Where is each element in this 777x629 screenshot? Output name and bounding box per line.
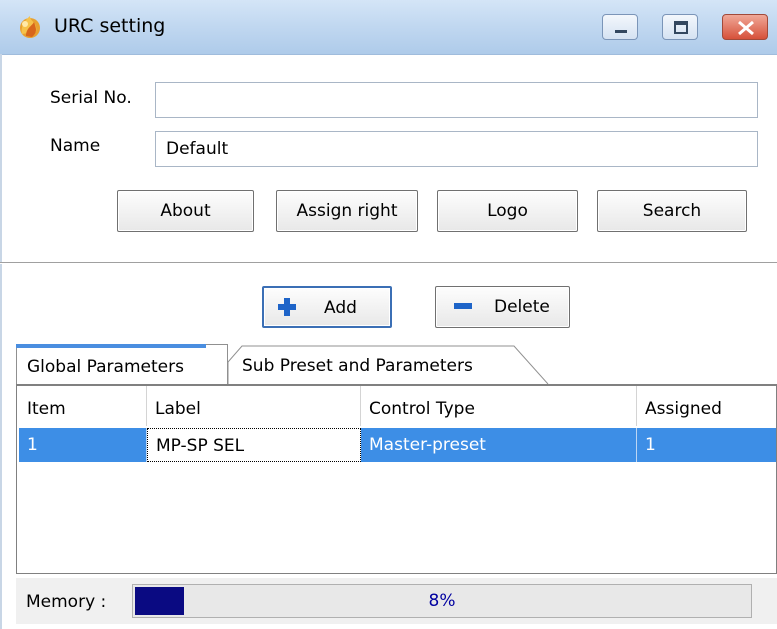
add-label: Add bbox=[324, 298, 357, 318]
search-button[interactable]: Search bbox=[597, 190, 747, 232]
separator bbox=[0, 262, 777, 264]
minus-icon bbox=[454, 303, 472, 309]
cell-label[interactable]: MP-SP SEL bbox=[147, 428, 361, 462]
column-header-control-type[interactable]: Control Type bbox=[361, 386, 637, 426]
status-bar: Memory : 8% bbox=[16, 578, 777, 624]
column-header-item[interactable]: Item bbox=[19, 386, 147, 426]
table-row[interactable]: 1 MP-SP SEL Master-preset 1 bbox=[19, 428, 776, 462]
title-bar[interactable]: URC setting bbox=[0, 0, 777, 55]
assign-right-button[interactable]: Assign right bbox=[276, 190, 418, 232]
column-header-assigned[interactable]: Assigned bbox=[637, 386, 777, 426]
name-input[interactable] bbox=[155, 131, 758, 167]
tab-global-parameters[interactable]: Global Parameters bbox=[16, 344, 228, 384]
close-icon bbox=[738, 20, 754, 36]
plus-icon bbox=[278, 298, 296, 316]
table-header: Item Label Control Type Assigned bbox=[19, 386, 776, 426]
window-border bbox=[0, 54, 2, 629]
window-title: URC setting bbox=[54, 15, 166, 37]
maximize-button[interactable] bbox=[662, 14, 698, 40]
app-flame-icon bbox=[20, 16, 40, 38]
about-button[interactable]: About bbox=[117, 190, 254, 232]
tab-label: Sub Preset and Parameters bbox=[242, 356, 473, 376]
column-header-label[interactable]: Label bbox=[147, 386, 361, 426]
minimize-icon bbox=[615, 30, 627, 33]
memory-progress-bar: 8% bbox=[132, 584, 752, 618]
cell-item: 1 bbox=[19, 428, 147, 462]
tab-strip: Global Parameters Sub Preset and Paramet… bbox=[16, 344, 777, 384]
memory-percent: 8% bbox=[428, 591, 456, 611]
serial-label: Serial No. bbox=[50, 88, 132, 108]
logo-button[interactable]: Logo bbox=[437, 190, 578, 232]
name-label: Name bbox=[50, 136, 101, 156]
parameters-table: Item Label Control Type Assigned 1 MP-SP… bbox=[16, 384, 777, 574]
add-button[interactable]: Add bbox=[262, 286, 392, 328]
delete-button[interactable]: Delete bbox=[435, 286, 570, 328]
memory-label: Memory : bbox=[26, 592, 107, 612]
urc-setting-window: URC setting Serial No. Name About Assign… bbox=[0, 0, 777, 629]
close-button[interactable] bbox=[722, 14, 768, 40]
delete-label: Delete bbox=[494, 297, 550, 317]
serial-input[interactable] bbox=[155, 82, 758, 118]
cell-assigned: 1 bbox=[645, 435, 656, 455]
tab-label: Global Parameters bbox=[27, 357, 184, 377]
cell-control-type: Master-preset bbox=[361, 428, 637, 462]
tab-sub-preset-and-parameters[interactable]: Sub Preset and Parameters bbox=[228, 344, 554, 384]
minimize-button[interactable] bbox=[602, 14, 638, 40]
maximize-icon bbox=[674, 21, 688, 34]
